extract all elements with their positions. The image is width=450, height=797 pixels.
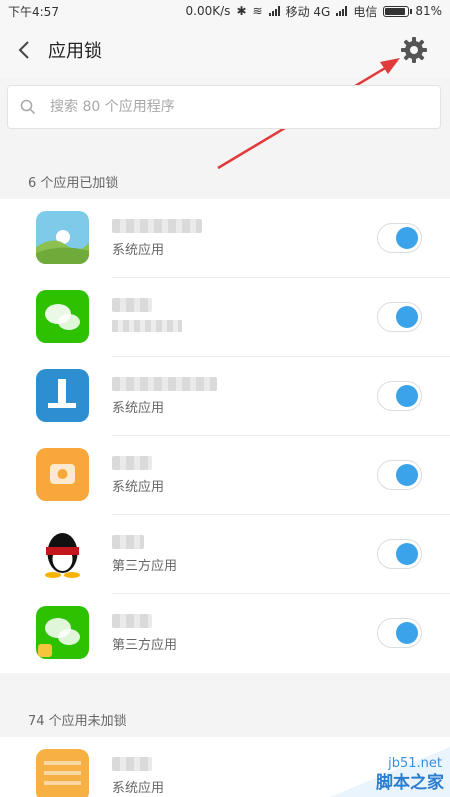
qq-icon bbox=[36, 527, 89, 580]
app-subtitle: 第三方应用 bbox=[112, 638, 178, 653]
app-name-redacted bbox=[112, 219, 202, 233]
app-name-redacted bbox=[112, 757, 152, 771]
blue-app-icon bbox=[36, 369, 89, 422]
toggle-knob bbox=[396, 622, 418, 644]
app-name-redacted bbox=[112, 614, 152, 628]
search-icon bbox=[20, 99, 36, 115]
app-name-redacted bbox=[112, 298, 152, 312]
unlocked-section-label: 74 个应用未加锁 bbox=[28, 714, 127, 729]
list-item[interactable]: 系统应用 bbox=[0, 436, 450, 515]
toggle-knob bbox=[396, 227, 418, 249]
gallery-icon bbox=[36, 211, 89, 264]
locked-app-list: 系统应用 系统应用 系统应用 第三方应用 第三方应用 bbox=[0, 199, 450, 673]
locked-section-label: 6 个应用已加锁 bbox=[28, 176, 119, 191]
toggle-knob bbox=[396, 385, 418, 407]
search-bar[interactable] bbox=[7, 85, 441, 129]
lock-toggle[interactable] bbox=[377, 381, 422, 411]
watermark-brand: 脚本之家 bbox=[376, 773, 444, 793]
watermark: jb51.net 脚本之家 bbox=[300, 747, 450, 797]
lock-toggle[interactable] bbox=[377, 460, 422, 490]
lock-toggle[interactable] bbox=[377, 223, 422, 253]
wechat-icon bbox=[36, 606, 89, 659]
lock-toggle[interactable] bbox=[377, 618, 422, 648]
toggle-knob bbox=[396, 543, 418, 565]
app-subtitle: 系统应用 bbox=[112, 781, 165, 796]
list-item[interactable]: 系统应用 bbox=[0, 357, 450, 436]
toggle-knob bbox=[396, 464, 418, 486]
notes-icon bbox=[36, 749, 89, 797]
app-subtitle: 系统应用 bbox=[112, 243, 165, 258]
app-name-redacted bbox=[112, 456, 152, 470]
list-item[interactable]: 第三方应用 bbox=[0, 594, 450, 673]
wechat-icon bbox=[36, 290, 89, 343]
app-subtitle-redacted bbox=[112, 320, 182, 332]
app-subtitle: 第三方应用 bbox=[112, 559, 178, 574]
app-subtitle: 系统应用 bbox=[112, 401, 165, 416]
app-name-redacted bbox=[112, 535, 144, 549]
app-name-redacted bbox=[112, 377, 217, 391]
toggle-knob bbox=[396, 306, 418, 328]
list-item[interactable]: 第三方应用 bbox=[0, 515, 450, 594]
lock-toggle[interactable] bbox=[377, 302, 422, 332]
list-item[interactable]: 系统应用 bbox=[0, 199, 450, 278]
search-input[interactable] bbox=[48, 98, 412, 116]
app-subtitle: 系统应用 bbox=[112, 480, 165, 495]
orange-app-icon bbox=[36, 448, 89, 501]
lock-toggle[interactable] bbox=[377, 539, 422, 569]
list-item[interactable] bbox=[0, 278, 450, 357]
